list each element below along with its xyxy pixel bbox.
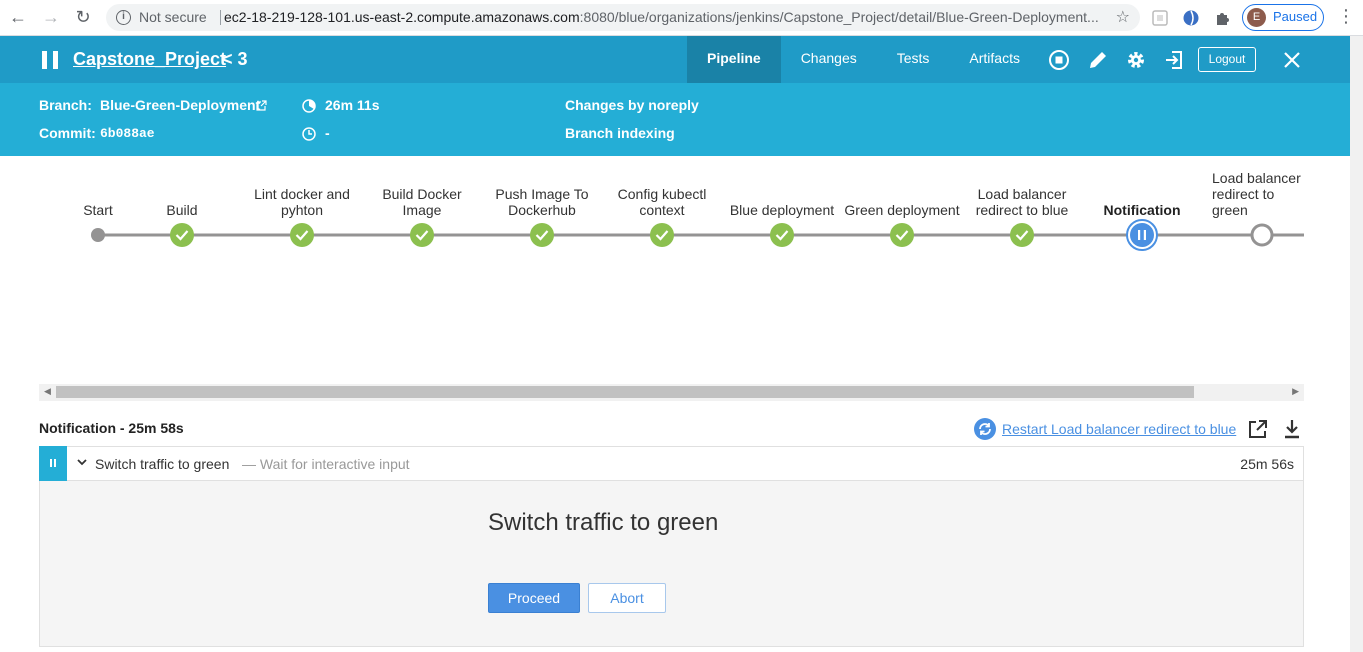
tab-pipeline[interactable]: Pipeline [687, 36, 781, 83]
stage-label-5[interactable]: Config kubectl context [602, 186, 722, 218]
stage-node-9[interactable] [1126, 219, 1158, 251]
close-icon[interactable] [1281, 49, 1303, 71]
url-path: :8080/blue/organizations/jenkins/Capston… [579, 9, 1099, 25]
open-log-external-icon[interactable] [1247, 418, 1269, 440]
duration-icon [302, 99, 316, 113]
step-description: — Wait for interactive input [242, 456, 410, 472]
download-log-icon[interactable] [1281, 418, 1303, 440]
graph-horizontal-scrollbar[interactable]: ◀ ▶ [39, 384, 1304, 401]
stage-node-8[interactable] [1010, 223, 1034, 247]
input-request-panel: Switch traffic to green Proceed Abort [39, 481, 1304, 647]
step-duration: 25m 56s [1240, 456, 1294, 472]
pause-status-icon [42, 51, 60, 69]
stage-node-3[interactable] [410, 223, 434, 247]
clock-icon [302, 127, 316, 141]
stage-label-6[interactable]: Blue deployment [722, 202, 842, 218]
stage-label-10[interactable]: Load balancer redirect to green [1202, 170, 1304, 218]
stage-label-7[interactable]: Green deployment [842, 202, 962, 218]
stage-node-5[interactable] [650, 223, 674, 247]
puzzle-extensions-icon[interactable] [1214, 9, 1232, 27]
chevron-down-icon[interactable] [76, 456, 88, 468]
edit-pencil-icon[interactable] [1087, 49, 1109, 71]
restart-icon [974, 418, 996, 440]
commit-value[interactable]: 6b088ae [100, 126, 155, 141]
restart-stage-label[interactable]: Restart Load balancer redirect to blue [1002, 421, 1236, 437]
stage-label-4[interactable]: Push Image To Dockerhub [482, 186, 602, 218]
url-host: ec2-18-219-128-101.us-east-2.compute.ama… [224, 9, 580, 25]
run-finished: - [325, 125, 330, 141]
profile-status: Paused [1273, 9, 1318, 24]
browser-menu-icon[interactable]: ⋮ [1337, 6, 1355, 27]
input-message: Switch traffic to green [488, 509, 719, 536]
url-separator [220, 10, 221, 25]
stage-node-7[interactable] [890, 223, 914, 247]
back-arrow-icon[interactable]: ← [6, 7, 30, 28]
url-text: ec2-18-219-128-101.us-east-2.compute.ama… [224, 4, 1099, 31]
tab-changes[interactable]: Changes [781, 36, 877, 83]
avatar: E [1247, 8, 1266, 27]
commit-label: Commit: [39, 125, 96, 141]
header-tabs: Pipeline Changes Tests Artifacts [687, 36, 1040, 83]
profile-button[interactable]: E Paused [1242, 4, 1324, 31]
step-paused-status-icon [39, 446, 67, 481]
address-bar[interactable]: i Not secure ec2-18-219-128-101.us-east-… [106, 4, 1140, 31]
scroll-left-arrow-icon[interactable]: ◀ [44, 386, 51, 397]
project-link[interactable]: Capstone_Project [73, 49, 226, 70]
reload-icon[interactable]: ↻ [71, 7, 95, 28]
stage-node-2[interactable] [290, 223, 314, 247]
run-duration: 26m 11s [325, 97, 380, 113]
proceed-button[interactable]: Proceed [488, 583, 580, 613]
abort-button[interactable]: Abort [588, 583, 666, 613]
stage-node-4[interactable] [530, 223, 554, 247]
jenkins-header: Capstone_Project < 3 Pipeline Changes Te… [0, 36, 1350, 83]
stage-label-1[interactable]: Build [122, 202, 242, 218]
cause-text: Branch indexing [565, 125, 675, 141]
stage-label-9[interactable]: Notification [1082, 202, 1202, 218]
info-icon[interactable]: i [116, 10, 131, 25]
run-info-bar: Branch: Blue-Green-Deployment Commit: 6b… [0, 83, 1350, 156]
logout-button[interactable]: Logout [1198, 47, 1256, 72]
extension-globe-icon[interactable] [1182, 9, 1200, 27]
tab-artifacts[interactable]: Artifacts [949, 36, 1040, 83]
stage-label-3[interactable]: Build Docker Image [362, 186, 482, 218]
stage-node-0[interactable] [91, 228, 105, 242]
stage-node-1[interactable] [170, 223, 194, 247]
stage-label-2[interactable]: Lint docker and pyhton [242, 186, 362, 218]
stage-label-8[interactable]: Load balancer redirect to blue [962, 186, 1082, 218]
security-label: Not secure [139, 9, 207, 25]
pipeline-graph: Start Build Lint docker and pyhton Build Do… [0, 156, 1350, 386]
page-vertical-scrollbar[interactable] [1350, 36, 1363, 652]
bookmark-star-icon[interactable]: ☆ [1116, 4, 1130, 31]
branch-label: Branch: [39, 97, 92, 113]
stop-run-icon[interactable] [1048, 49, 1070, 71]
external-link-icon[interactable] [256, 100, 267, 111]
branch-value[interactable]: Blue-Green-Deployment [100, 97, 260, 113]
changes-text: Changes by noreply [565, 97, 699, 113]
step-row[interactable]: Switch traffic to green — Wait for inter… [39, 446, 1304, 481]
scrollbar-thumb[interactable] [56, 386, 1194, 398]
run-number: < 3 [222, 49, 248, 70]
run-number-value: 3 [237, 49, 248, 69]
forward-arrow-icon[interactable]: → [39, 7, 63, 28]
chevron-left-icon: < [222, 49, 238, 69]
browser-toolbar: ← → ↻ i Not secure ec2-18-219-128-101.us… [0, 0, 1363, 36]
settings-gear-icon[interactable] [1125, 49, 1147, 71]
step-title: Notification - 25m 58s [39, 420, 184, 436]
step-name: Switch traffic to green [95, 456, 230, 472]
extension-square-icon[interactable] [1151, 9, 1169, 27]
exit-classic-icon[interactable] [1163, 49, 1185, 71]
scroll-right-arrow-icon[interactable]: ▶ [1292, 386, 1299, 397]
stage-node-10[interactable] [1250, 223, 1274, 247]
stage-node-6[interactable] [770, 223, 794, 247]
tab-tests[interactable]: Tests [877, 36, 950, 83]
